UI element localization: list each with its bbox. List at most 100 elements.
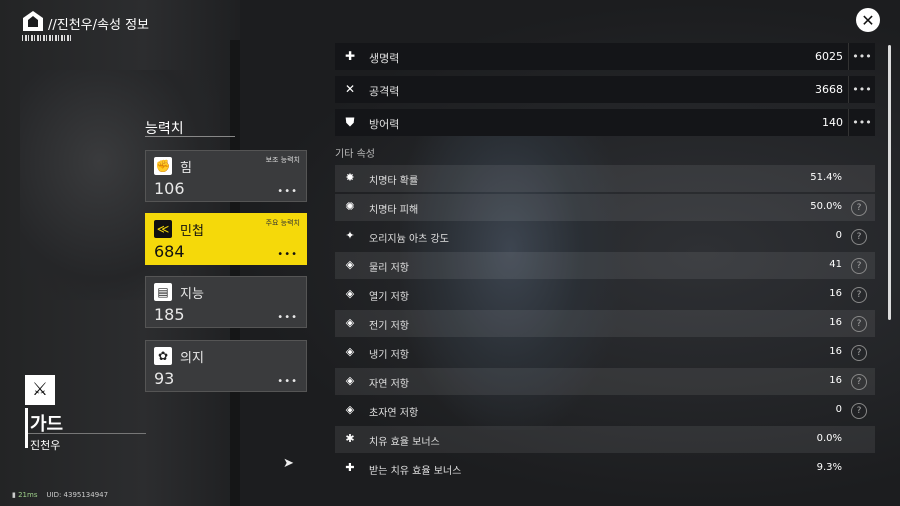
stat-value: 684 bbox=[154, 242, 185, 261]
help-button[interactable]: ? bbox=[851, 258, 867, 274]
heal-bonus-icon: ✱ bbox=[345, 432, 355, 445]
other-stat-row: ◈ 자연 저항 16 ? bbox=[335, 368, 875, 395]
main-stat-row: ✚ 생명력 6025 ••• bbox=[335, 43, 875, 70]
stat-name: 민첩 bbox=[180, 224, 204, 239]
book-icon: ▤ bbox=[154, 283, 172, 301]
close-button[interactable]: ✕ bbox=[856, 8, 880, 32]
more-button[interactable]: ••• bbox=[848, 109, 875, 136]
other-stat-row: ✺ 치명타 피해 50.0% ? bbox=[335, 194, 875, 221]
class-divider bbox=[28, 433, 146, 434]
stat-label: 오리지늄 아츠 강도 bbox=[369, 234, 449, 245]
more-button[interactable]: ••• bbox=[277, 186, 298, 197]
signal-icon: ▮ bbox=[12, 491, 16, 499]
stat-value: 51.4% bbox=[810, 172, 842, 183]
stat-value: 185 bbox=[154, 305, 185, 324]
help-button[interactable]: ? bbox=[851, 287, 867, 303]
stat-value: 9.3% bbox=[816, 462, 842, 473]
stat-value: 0 bbox=[835, 404, 842, 415]
stat-label: 방어력 bbox=[369, 118, 400, 131]
stat-value: 0 bbox=[835, 230, 842, 241]
more-button[interactable]: ••• bbox=[848, 43, 875, 70]
divider-strip bbox=[230, 40, 240, 506]
help-button[interactable]: ? bbox=[851, 200, 867, 216]
stat-value: 6025 bbox=[815, 50, 843, 63]
stat-value: 16 bbox=[829, 375, 842, 386]
other-stat-row: ◈ 냉기 저항 16 ? bbox=[335, 339, 875, 366]
logo-icon bbox=[23, 11, 43, 31]
stat-value: 0.0% bbox=[816, 433, 842, 444]
stat-label: 물리 저항 bbox=[369, 263, 409, 274]
stat-label: 냉기 저항 bbox=[369, 350, 409, 361]
electric-res-icon: ◈ bbox=[345, 316, 355, 329]
health-cross-icon: ✚ bbox=[344, 49, 356, 63]
nature-res-icon: ◈ bbox=[345, 374, 355, 387]
stat-value: 16 bbox=[829, 288, 842, 299]
stat-card-strength[interactable]: ✊ 힘 보조 능력치 106 ••• bbox=[145, 150, 307, 202]
section-underline bbox=[145, 136, 235, 137]
other-stat-row: ◈ 열기 저항 16 ? bbox=[335, 281, 875, 308]
agility-icon: ≪ bbox=[154, 220, 172, 238]
stat-value: 50.0% bbox=[810, 201, 842, 212]
crit-damage-icon: ✺ bbox=[345, 200, 355, 213]
stat-value: 93 bbox=[154, 369, 175, 388]
other-stat-row: ✸ 치명타 확률 51.4% bbox=[335, 165, 875, 192]
stat-value: 3668 bbox=[815, 83, 843, 96]
stat-label: 자연 저항 bbox=[369, 379, 409, 390]
stat-tag: 주요 능력치 bbox=[265, 219, 300, 227]
stat-card-intellect[interactable]: ▤ 지능 185 ••• bbox=[145, 276, 307, 328]
stat-label: 치명타 피해 bbox=[369, 205, 419, 216]
shield-icon: ⛊ bbox=[345, 115, 355, 129]
uid-text: UID: 4395134947 bbox=[46, 491, 109, 499]
cursor-icon: ➤ bbox=[283, 456, 294, 471]
barcode-decoration bbox=[22, 35, 72, 41]
cold-res-icon: ◈ bbox=[345, 345, 355, 358]
other-stat-row: ✱ 치유 효율 보너스 0.0% bbox=[335, 426, 875, 453]
stat-value: 16 bbox=[829, 317, 842, 328]
stat-name: 의지 bbox=[180, 351, 204, 366]
crossed-swords-icon: ✕ bbox=[344, 82, 356, 96]
help-button[interactable]: ? bbox=[851, 345, 867, 361]
sword-class-icon: ⚔ bbox=[25, 375, 55, 405]
stat-label: 공격력 bbox=[369, 85, 400, 98]
stat-value: 16 bbox=[829, 346, 842, 357]
stat-label: 받는 치유 효율 보너스 bbox=[369, 466, 462, 477]
scrollbar[interactable] bbox=[888, 45, 891, 320]
fist-icon: ✊ bbox=[154, 157, 172, 175]
character-name: 진천우 bbox=[30, 439, 61, 452]
crit-burst-icon: ✸ bbox=[345, 171, 355, 184]
footer-status: ▮ 21ms UID: 4395134947 bbox=[12, 491, 108, 499]
stat-label: 열기 저항 bbox=[369, 292, 409, 303]
stat-card-will[interactable]: ✿ 의지 93 ••• bbox=[145, 340, 307, 392]
page-title: //진천우/속성 정보 bbox=[48, 18, 149, 33]
other-stat-row: ◈ 물리 저항 41 ? bbox=[335, 252, 875, 279]
stat-label: 전기 저항 bbox=[369, 321, 409, 332]
stat-name: 지능 bbox=[180, 287, 204, 302]
other-stat-row: ◈ 초자연 저항 0 ? bbox=[335, 397, 875, 424]
main-stat-row: ⛊ 방어력 140 ••• bbox=[335, 109, 875, 136]
aether-res-icon: ◈ bbox=[345, 403, 355, 416]
help-button[interactable]: ? bbox=[851, 316, 867, 332]
class-accent-line bbox=[25, 408, 28, 448]
more-button[interactable]: ••• bbox=[848, 76, 875, 103]
physical-res-icon: ◈ bbox=[345, 258, 355, 271]
stat-card-agility[interactable]: ≪ 민첩 주요 능력치 684 ••• bbox=[145, 213, 307, 265]
help-button[interactable]: ? bbox=[851, 229, 867, 245]
help-button[interactable]: ? bbox=[851, 403, 867, 419]
more-button[interactable]: ••• bbox=[277, 249, 298, 260]
help-button[interactable]: ? bbox=[851, 374, 867, 390]
other-stat-row: ✚ 받는 치유 효율 보너스 9.3% bbox=[335, 455, 875, 482]
other-stat-row: ✦ 오리지늄 아츠 강도 0 ? bbox=[335, 223, 875, 250]
heat-res-icon: ◈ bbox=[345, 287, 355, 300]
close-icon: ✕ bbox=[861, 10, 875, 30]
stat-value: 106 bbox=[154, 179, 185, 198]
stat-tag: 보조 능력치 bbox=[265, 156, 300, 164]
stat-label: 치유 효율 보너스 bbox=[369, 437, 440, 448]
stat-label: 치명타 확률 bbox=[369, 176, 419, 187]
stat-value: 140 bbox=[822, 116, 843, 129]
stat-label: 생명력 bbox=[369, 52, 400, 65]
main-stat-row: ✕ 공격력 3668 ••• bbox=[335, 76, 875, 103]
arts-icon: ✦ bbox=[345, 229, 355, 242]
received-heal-icon: ✚ bbox=[345, 461, 355, 474]
more-button[interactable]: ••• bbox=[277, 376, 298, 387]
more-button[interactable]: ••• bbox=[277, 312, 298, 323]
